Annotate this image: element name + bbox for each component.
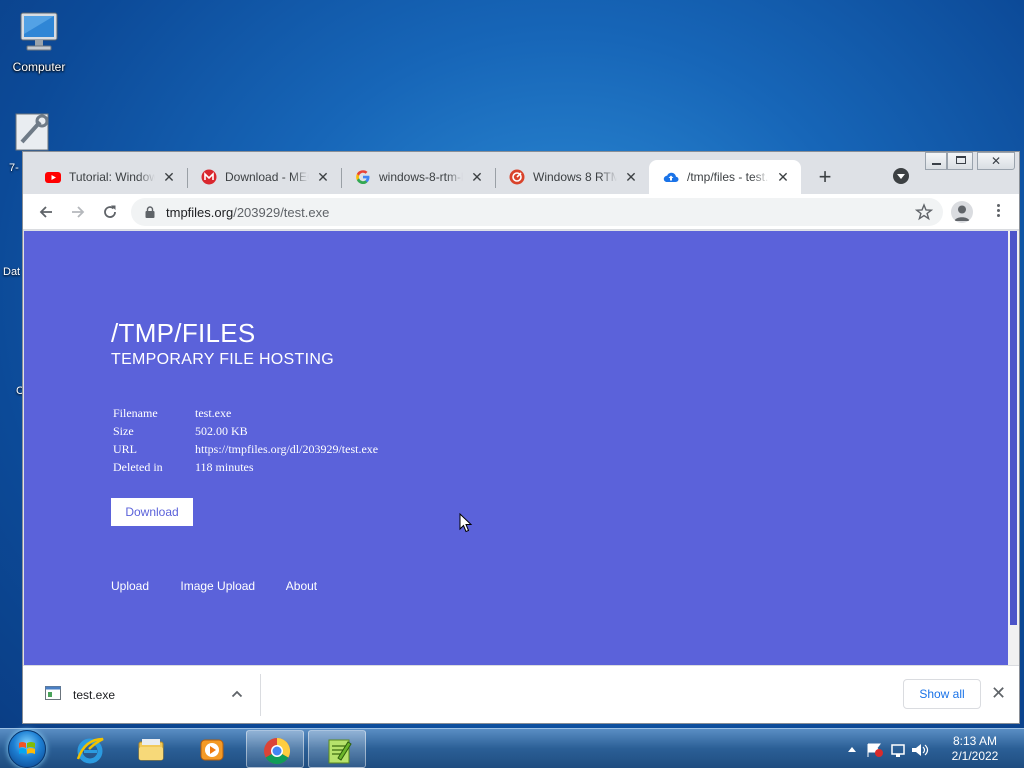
taskbar-chrome[interactable] xyxy=(246,730,304,768)
tab-title: /tmp/files - test.exe xyxy=(687,170,769,184)
footer-links: Upload Image Upload About xyxy=(111,579,345,593)
table-row: URL https://tmpfiles.org/dl/203929/test.… xyxy=(111,442,378,460)
windows-logo-icon xyxy=(19,742,35,754)
system-tray-icons[interactable] xyxy=(846,741,936,759)
close-icon[interactable]: ✕ xyxy=(469,169,485,185)
info-key: Size xyxy=(113,424,134,438)
google-icon xyxy=(356,170,370,184)
info-key: Deleted in xyxy=(113,460,163,474)
table-row: Filename test.exe xyxy=(111,406,378,424)
show-all-button[interactable]: Show all xyxy=(903,679,981,709)
tab-tmpfiles[interactable]: /tmp/files - test.exe ✕ xyxy=(649,160,801,194)
info-key: URL xyxy=(113,442,137,456)
clock-time: 8:13 AM xyxy=(952,734,998,748)
betaworld-icon xyxy=(509,169,525,185)
info-value: 502.00 KB xyxy=(195,424,248,438)
page-content: /TMP/FILES TEMPORARY FILE HOSTING Filena… xyxy=(24,231,1008,665)
desktop-fragment: 7- xyxy=(9,162,19,174)
info-value: 118 minutes xyxy=(195,460,254,474)
chrome-icon xyxy=(264,737,291,765)
lock-icon[interactable] xyxy=(145,206,155,218)
cloud-upload-icon xyxy=(663,172,679,182)
site-subtitle: TEMPORARY FILE HOSTING xyxy=(111,351,334,368)
tab-title: windows-8-rtm-build xyxy=(379,170,463,184)
tab-title: Windows 8 RTM Build xyxy=(533,170,617,184)
clock-date: 2/1/2022 xyxy=(951,749,999,763)
restore-button[interactable] xyxy=(947,152,973,170)
info-key: Filename xyxy=(113,406,158,420)
footer-link-upload[interactable]: Upload xyxy=(111,579,149,593)
tab-betaworld[interactable]: Windows 8 RTM Build ✕ xyxy=(495,160,649,194)
profile-avatar[interactable] xyxy=(951,201,973,223)
chevron-up-icon[interactable] xyxy=(229,686,245,702)
scrollbar-thumb[interactable] xyxy=(1010,231,1017,625)
page-scrollbar[interactable] xyxy=(1008,231,1019,665)
mouse-cursor-icon xyxy=(459,513,473,533)
address-text[interactable]: tmpfiles.org/203929/test.exe xyxy=(166,205,329,220)
notepad-plus-plus-icon xyxy=(328,739,352,764)
menu-icon[interactable] xyxy=(988,202,1008,222)
new-tab-button[interactable]: + xyxy=(813,166,837,190)
close-icon[interactable]: ✕ xyxy=(623,169,639,185)
tab-title: Download - MEGA xyxy=(225,170,309,184)
bookmark-star-icon[interactable] xyxy=(915,203,933,221)
taskbar-notepad-plus-plus[interactable] xyxy=(308,730,366,768)
browser-toolbar: tmpfiles.org/203929/test.exe xyxy=(23,194,1019,230)
tab-mega[interactable]: Download - MEGA ✕ xyxy=(187,160,341,194)
site-title: /TMP/FILES xyxy=(111,318,256,348)
executable-file-icon[interactable] xyxy=(45,686,61,700)
download-button[interactable]: Download xyxy=(111,498,193,526)
taskbar-clock[interactable]: 8:13 AM 2/1/2022 xyxy=(940,734,1010,764)
url-host: tmpfiles.org xyxy=(166,205,234,220)
show-hidden-icons-icon xyxy=(848,747,856,752)
address-bar[interactable]: tmpfiles.org/203929/test.exe xyxy=(131,198,943,226)
mega-icon xyxy=(201,169,217,185)
arrow-left-icon xyxy=(39,206,52,218)
tab-google[interactable]: windows-8-rtm-build ✕ xyxy=(341,160,495,194)
info-value: https://tmpfiles.org/dl/203929/test.exe xyxy=(195,442,379,456)
desktop-fragment: Dat xyxy=(3,266,21,278)
tab-strip: Tutorial: Windows 8 ✕ Download - MEGA ✕ … xyxy=(23,152,1019,194)
tab-youtube[interactable]: Tutorial: Windows 8 ✕ xyxy=(31,160,187,194)
youtube-icon xyxy=(45,172,61,183)
tab-search-icon[interactable] xyxy=(893,168,909,184)
download-file-name[interactable]: test.exe xyxy=(73,688,115,702)
person-icon xyxy=(954,205,970,221)
taskbar: 8:13 AM 2/1/2022 xyxy=(0,728,1024,768)
close-icon[interactable]: ✕ xyxy=(775,169,791,185)
arrow-right-icon xyxy=(72,206,85,218)
table-row: Size 502.00 KB xyxy=(111,424,378,442)
forward-button[interactable] xyxy=(66,200,90,224)
info-value: test.exe xyxy=(195,406,232,420)
reload-button[interactable] xyxy=(98,200,122,224)
back-button[interactable] xyxy=(34,200,58,224)
desktop-icon-label: Computer xyxy=(12,60,66,74)
reload-icon xyxy=(104,205,116,218)
table-row: Deleted in 118 minutes xyxy=(111,460,378,478)
footer-link-about[interactable]: About xyxy=(286,579,317,593)
tab-title: Tutorial: Windows 8 xyxy=(69,170,155,184)
close-icon[interactable]: ✕ xyxy=(161,169,177,185)
minimize-button[interactable] xyxy=(925,152,947,170)
shelf-divider xyxy=(260,674,261,716)
file-explorer-icon xyxy=(138,739,164,761)
url-path: /203929/test.exe xyxy=(233,205,330,220)
taskbar-media-player[interactable] xyxy=(182,730,240,768)
desktop-icon-computer[interactable]: Computer xyxy=(0,10,78,74)
internet-explorer-icon xyxy=(76,737,104,764)
footer-link-image-upload[interactable]: Image Upload xyxy=(180,579,255,593)
close-shelf-icon[interactable]: ✕ xyxy=(991,684,1006,702)
close-icon[interactable]: ✕ xyxy=(315,169,331,185)
browser-window: Tutorial: Windows 8 ✕ Download - MEGA ✕ … xyxy=(22,151,1020,724)
download-shelf: test.exe Show all ✕ xyxy=(23,665,1019,723)
file-info-table: Filename test.exe Size 502.00 KB URL htt… xyxy=(111,406,378,478)
taskbar-explorer[interactable] xyxy=(121,730,179,768)
start-button[interactable] xyxy=(8,730,46,768)
taskbar-ie[interactable] xyxy=(60,730,118,768)
close-window-button[interactable]: ✕ xyxy=(977,152,1015,170)
tool-icon[interactable] xyxy=(14,112,54,152)
computer-icon xyxy=(20,12,58,51)
media-player-icon xyxy=(200,739,224,761)
